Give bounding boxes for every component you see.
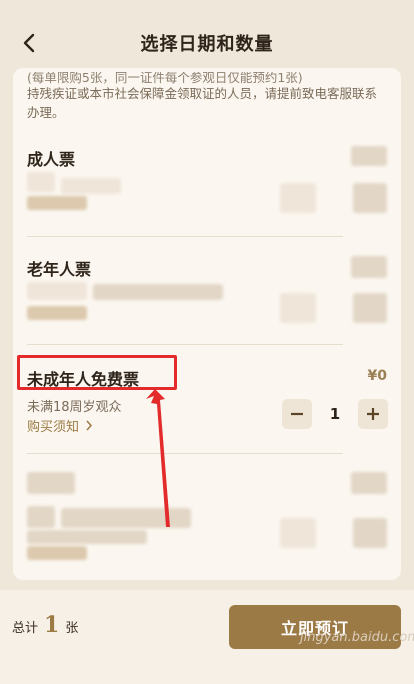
total-prefix: 总计	[12, 621, 39, 636]
blurred-stepper	[353, 183, 387, 213]
divider	[27, 236, 343, 237]
blurred-text	[27, 282, 87, 300]
ticket-title-adult: 成人票	[27, 150, 76, 169]
blurred-price	[351, 256, 387, 278]
chevron-right-icon	[86, 420, 93, 431]
blurred-text	[27, 172, 55, 192]
increase-quantity-button[interactable]	[358, 399, 388, 429]
blurred-stepper	[353, 293, 387, 323]
blurred-stepper	[353, 518, 387, 548]
blurred-text	[27, 530, 147, 544]
ticket-subtitle: 未满18周岁观众	[27, 400, 122, 415]
ticket-price: ¥0	[367, 368, 387, 384]
blurred-stepper	[280, 293, 316, 323]
blurred-price	[351, 472, 387, 494]
ticket-title-senior: 老年人票	[27, 260, 92, 279]
blurred-stepper	[280, 183, 316, 213]
total-count: 总计 1 张	[12, 612, 78, 638]
page-title: 选择日期和数量	[140, 34, 274, 55]
blurred-text	[61, 178, 121, 194]
blurred-text	[27, 506, 55, 528]
decrease-quantity-button[interactable]	[282, 399, 312, 429]
quantity-value: 1	[329, 405, 341, 423]
blurred-title	[27, 472, 75, 494]
blurred-text	[93, 284, 223, 300]
blurred-price	[351, 146, 387, 166]
blurred-text	[61, 508, 191, 528]
purchase-notes-label: 购买须知	[27, 420, 80, 435]
notice-line-2: 持残疾证或本市社会保障金领取证的人员，请提前致电客服联系办理。	[27, 86, 378, 120]
minus-icon	[291, 412, 303, 416]
purchase-notes-link[interactable]: 购买须知	[27, 416, 93, 435]
blurred-link	[27, 196, 87, 210]
blurred-link	[27, 306, 87, 320]
divider	[27, 453, 343, 454]
plus-icon	[367, 408, 379, 420]
blurred-stepper	[280, 518, 316, 548]
purchase-notice: (每单限购5张，同一证件每个参观日仅能预约1张) 持残疾证或本市社会保障金领取证…	[27, 72, 387, 122]
divider	[27, 344, 343, 345]
total-number: 1	[44, 612, 60, 638]
total-unit: 张	[65, 621, 79, 636]
ticket-card: (每单限购5张，同一证件每个参观日仅能预约1张) 持残疾证或本市社会保障金领取证…	[13, 68, 401, 580]
blurred-link	[27, 546, 87, 560]
watermark: jingyan.baidu.com	[300, 630, 414, 645]
highlight-box	[17, 355, 177, 390]
notice-line-1: (每单限购5张，同一证件每个参观日仅能预约1张)	[27, 72, 303, 84]
